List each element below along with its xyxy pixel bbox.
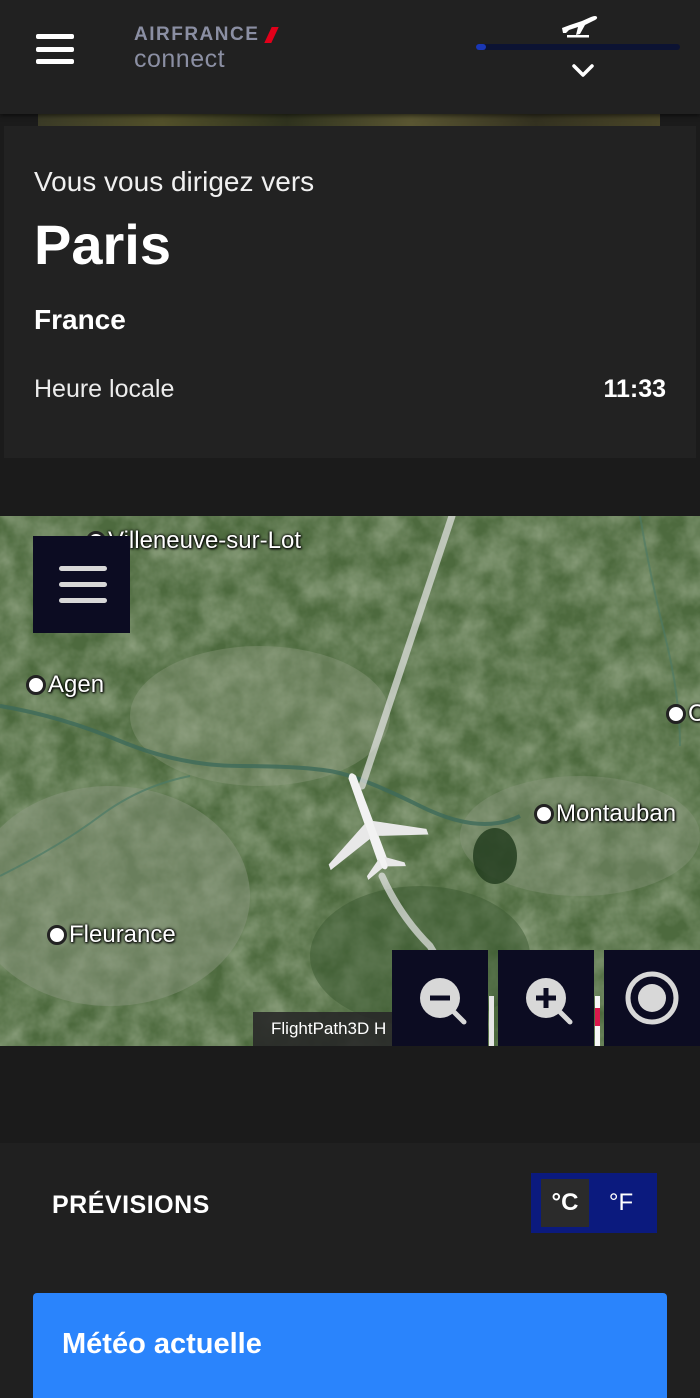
map-city-label: C bbox=[666, 700, 700, 728]
map-menu-icon-bar bbox=[59, 566, 107, 571]
temperature-unit-toggle: °C °F bbox=[531, 1173, 657, 1233]
locate-icon bbox=[625, 971, 679, 1025]
map-city-label: Montauban bbox=[534, 800, 676, 828]
destination-card: Vous vous dirigez vers Paris France Heur… bbox=[4, 126, 696, 458]
city-dot bbox=[26, 675, 46, 695]
map-menu-icon-bar bbox=[59, 582, 107, 587]
unit-fahrenheit-button[interactable]: °F bbox=[597, 1179, 645, 1227]
zoom-in-icon bbox=[526, 978, 573, 1025]
city-dot bbox=[666, 704, 686, 724]
map-marker-edge bbox=[595, 996, 600, 1046]
current-weather-card[interactable]: Météo actuelle bbox=[33, 1293, 667, 1398]
logo-brand-text: AIRFRANCE bbox=[134, 24, 260, 45]
flight-map[interactable]: Villeneuve-sur-Lot Agen Montauban Fleura… bbox=[0, 516, 700, 1046]
destination-city: Paris bbox=[34, 213, 171, 276]
top-app-bar: AIRFRANCE connect bbox=[0, 0, 700, 114]
chevron-down-icon[interactable] bbox=[571, 62, 595, 80]
local-time-value: 11:33 bbox=[603, 375, 666, 403]
logo-sub-text: connect bbox=[134, 45, 226, 73]
zoom-in-button[interactable] bbox=[498, 950, 594, 1046]
airfrance-connect-logo: AIRFRANCE connect bbox=[134, 24, 280, 74]
local-time-label: Heure locale bbox=[34, 375, 175, 403]
map-city-label: Fleurance bbox=[47, 921, 176, 949]
city-dot bbox=[47, 925, 67, 945]
current-weather-title: Météo actuelle bbox=[62, 1328, 262, 1360]
logo-stripe bbox=[264, 27, 280, 43]
unit-celsius-button[interactable]: °C bbox=[541, 1179, 589, 1227]
locate-button[interactable] bbox=[604, 950, 700, 1046]
plane-icon bbox=[562, 16, 598, 38]
map-track-segment bbox=[489, 996, 494, 1046]
forecast-title: PRÉVISIONS bbox=[52, 1191, 210, 1219]
zoom-out-icon bbox=[420, 978, 467, 1025]
flight-progress-bar bbox=[476, 44, 680, 50]
destination-intro: Vous vous dirigez vers bbox=[34, 166, 315, 197]
map-menu-icon-bar bbox=[59, 598, 107, 603]
zoom-out-button[interactable] bbox=[392, 950, 488, 1046]
map-menu-button[interactable] bbox=[33, 536, 130, 633]
menu-icon[interactable] bbox=[36, 34, 74, 64]
city-dot bbox=[534, 804, 554, 824]
forecast-section: PRÉVISIONS °C °F Météo actuelle bbox=[0, 1143, 700, 1398]
destination-image-strip bbox=[38, 112, 660, 126]
destination-country: France bbox=[34, 304, 126, 335]
map-city-label: Agen bbox=[26, 671, 104, 699]
flight-progress-fill bbox=[476, 44, 487, 50]
